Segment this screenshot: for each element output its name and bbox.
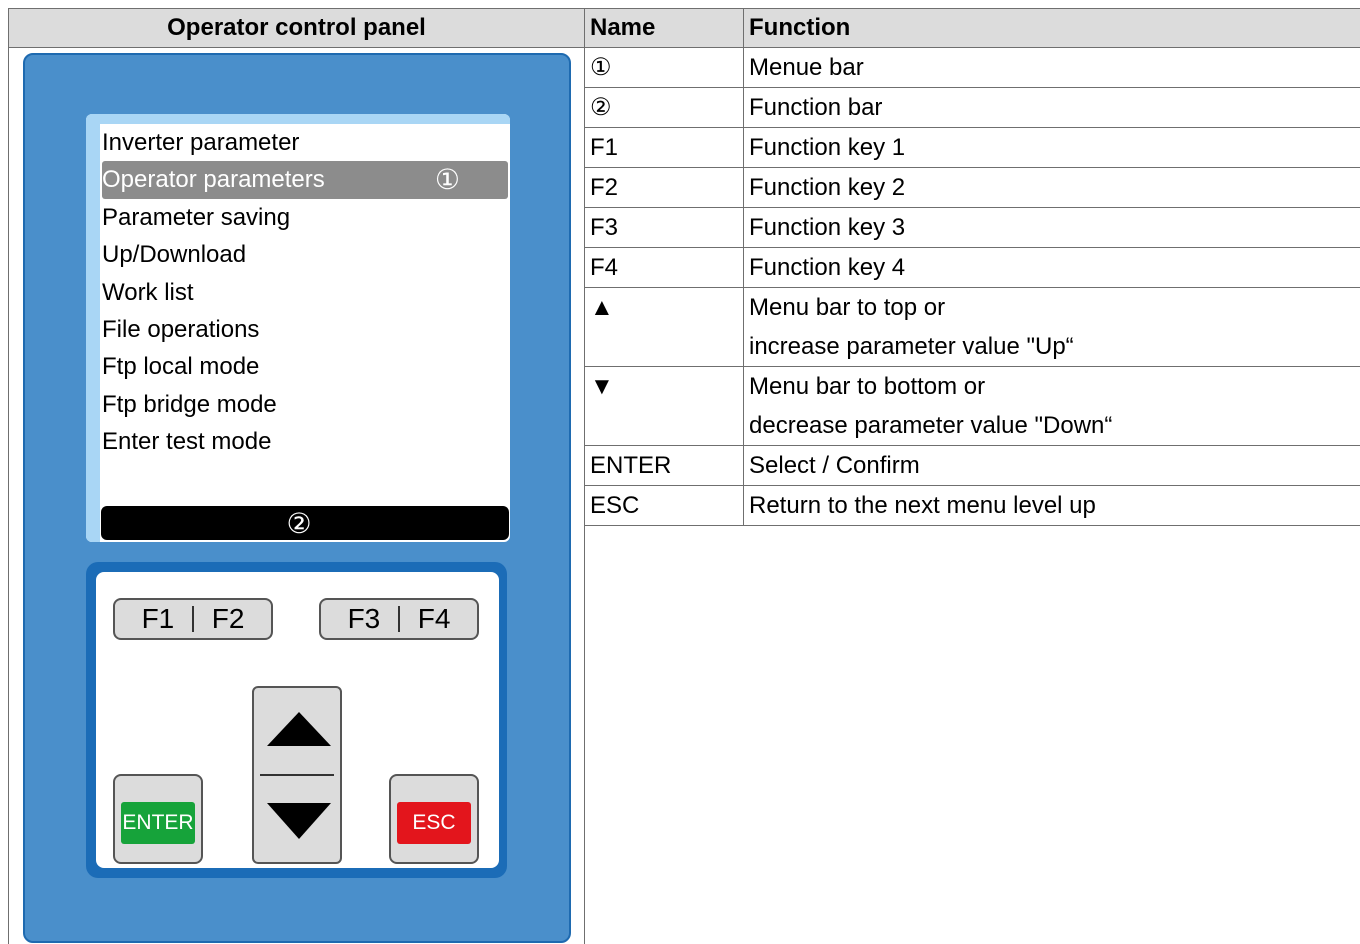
row-name: F3: [584, 207, 744, 248]
key-separator: [398, 606, 400, 632]
function-text: Select / Confirm: [749, 452, 920, 479]
panel-display: Inverter parameter Operator parameters ① Pa…: [86, 114, 510, 542]
row-function: Function key 3: [743, 207, 1360, 248]
function-text: Menue bar: [749, 54, 864, 81]
table-row: F4 Function key 4: [584, 247, 1360, 288]
row-name: F4: [584, 247, 744, 288]
operator-panel-header: Operator control panel: [9, 9, 584, 48]
menu-item-label: Enter test mode: [102, 428, 272, 456]
row-name: F1: [584, 127, 744, 168]
keypad: F1 F2 F3 F4 ENTER ESC: [86, 562, 507, 878]
row-function: Function key 4: [743, 247, 1360, 288]
menu-item[interactable]: Enter test mode: [102, 423, 508, 460]
row-name: ①: [584, 47, 744, 88]
menu-item[interactable]: Inverter parameter: [102, 124, 508, 161]
menu-item-label: File operations: [102, 315, 260, 343]
row-function: Menu bar to top or increase parameter val…: [743, 287, 1360, 367]
menu-item[interactable]: Parameter saving: [102, 199, 508, 236]
menu-item-label: Ftp bridge mode: [102, 390, 277, 418]
menu-item[interactable]: Work list: [102, 274, 508, 311]
menu-item[interactable]: Up/Download: [102, 236, 508, 273]
menu-item-label: Inverter parameter: [102, 129, 300, 156]
function-text: decrease parameter value "Down“: [749, 412, 1113, 439]
table-row: ▼ Menu bar to bottom or decrease parameter…: [584, 366, 1360, 446]
table-row: ESC Return to the next menu level up: [584, 485, 1360, 526]
arrow-up-icon[interactable]: [267, 712, 331, 746]
esc-key[interactable]: ESC: [389, 774, 479, 864]
row-name: ▲: [584, 287, 744, 367]
arrow-down-icon[interactable]: [267, 803, 331, 839]
row-function: Menu bar to bottom or decrease parameter …: [743, 366, 1360, 446]
table-row: ② Function bar: [584, 87, 1360, 128]
f1-f2-key[interactable]: F1 F2: [113, 598, 273, 640]
menu-item-label: Up/Download: [102, 241, 247, 269]
keypad-face: F1 F2 F3 F4 ENTER ESC: [96, 572, 499, 868]
display-frame-left: [86, 114, 100, 542]
function-text: Function bar: [749, 94, 883, 121]
row-name: ESC: [584, 485, 744, 526]
menu-item-label: Operator parameters: [102, 166, 325, 194]
row-function: Select / Confirm: [743, 445, 1360, 486]
row-name: ENTER: [584, 445, 744, 486]
function-text: increase parameter value "Up“: [749, 333, 1074, 360]
f1-label[interactable]: F1: [142, 603, 175, 635]
function-text: Return to the next menu level up: [749, 492, 1096, 519]
row-name: F2: [584, 167, 744, 208]
arrow-key-divider: [260, 774, 334, 776]
function-text: Function key 1: [749, 134, 906, 161]
table-row: F3 Function key 3: [584, 207, 1360, 248]
function-text: Function key 3: [749, 214, 906, 241]
row-function: Function key 1: [743, 127, 1360, 168]
function-bar-marker: ②: [286, 507, 312, 539]
function-table-body: ① Menue bar ② Function bar F1 Function key 1F…: [584, 47, 1360, 526]
enter-key-label[interactable]: ENTER: [121, 802, 195, 844]
row-function: Function bar: [743, 87, 1360, 128]
key-separator: [192, 606, 194, 632]
enter-key[interactable]: ENTER: [113, 774, 203, 864]
table-row: ▲ Menu bar to top or increase parameter va…: [584, 287, 1360, 367]
function-table: Name Function ① Menue bar ② Function bar F1 F…: [584, 8, 1360, 526]
function-text: Function key 2: [749, 174, 906, 201]
table-row: ENTER Select / Confirm: [584, 445, 1360, 486]
esc-key-label[interactable]: ESC: [397, 802, 471, 844]
menu-item-label: Parameter saving: [102, 203, 291, 231]
row-function: Menue bar: [743, 47, 1360, 88]
header-function: Function: [743, 8, 1360, 48]
table-row: F2 Function key 2: [584, 167, 1360, 208]
function-text: Menu bar to bottom or: [749, 373, 986, 400]
f3-label[interactable]: F3: [348, 603, 381, 635]
menu-item[interactable]: Ftp local mode: [102, 348, 508, 385]
display-frame-top: [86, 114, 510, 124]
menu-list: Inverter parameter Operator parameters ① Pa…: [102, 124, 508, 461]
function-text: Menu bar to top or: [749, 294, 946, 321]
menu-item-label: Ftp local mode: [102, 353, 260, 381]
f3-f4-key[interactable]: F3 F4: [319, 598, 479, 640]
menu-item[interactable]: Operator parameters ①: [102, 161, 508, 199]
function-bar: ②: [101, 506, 509, 540]
arrow-key[interactable]: [252, 686, 342, 864]
function-text: Function key 4: [749, 254, 906, 281]
header-name: Name: [584, 8, 744, 48]
menu-item[interactable]: Ftp bridge mode: [102, 386, 508, 423]
menu-item[interactable]: File operations: [102, 311, 508, 348]
table-row: ① Menue bar: [584, 47, 1360, 88]
row-function: Function key 2: [743, 167, 1360, 208]
row-name: ▼: [584, 366, 744, 446]
f4-label[interactable]: F4: [418, 603, 451, 635]
row-function: Return to the next menu level up: [743, 485, 1360, 526]
menu-item-label: Work list: [102, 278, 194, 306]
menu-bar-marker: ①: [434, 164, 460, 196]
f2-label[interactable]: F2: [212, 603, 245, 635]
table-header-row: Name Function: [584, 8, 1360, 48]
table-row: F1 Function key 1: [584, 127, 1360, 168]
row-name: ②: [584, 87, 744, 128]
